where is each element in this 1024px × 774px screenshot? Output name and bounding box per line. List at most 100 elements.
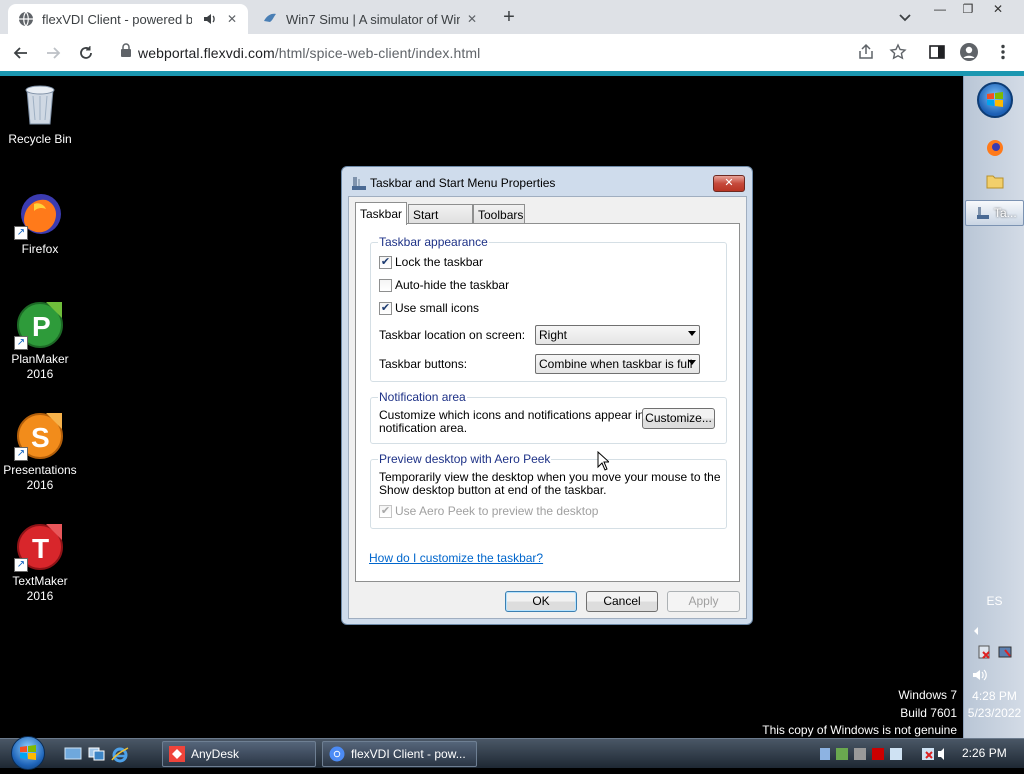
internet-explorer-icon[interactable] xyxy=(111,746,129,763)
group-label: Taskbar appearance xyxy=(378,235,489,249)
address-bar[interactable]: webportal.flexvdi.com/html/spice-web-cli… xyxy=(108,38,948,67)
shortcut-arrow-icon: ↗ xyxy=(14,336,28,350)
taskbar-task-properties[interactable]: Ta... xyxy=(965,200,1024,226)
show-desktop-icon[interactable] xyxy=(64,746,82,762)
bookmark-star-icon[interactable] xyxy=(888,42,908,62)
notification-area-group: Notification area Customize which icons … xyxy=(370,390,727,444)
dialog-body: Taskbar Start Menu Toolbars Taskbar appe… xyxy=(348,196,747,619)
mouse-cursor-icon xyxy=(597,450,611,471)
presentations-icon: S ↗ xyxy=(14,411,64,461)
apply-button[interactable]: Apply xyxy=(667,591,740,612)
location-label: Taskbar location on screen: xyxy=(379,328,526,342)
tab-flexvdi-client[interactable]: flexVDI Client - powered by ✕ xyxy=(8,4,248,34)
win7simu-favicon-icon xyxy=(262,11,278,27)
lock-taskbar-checkbox[interactable]: ✔ Lock the taskbar xyxy=(379,255,483,269)
shortcut-arrow-icon: ↗ xyxy=(14,226,28,240)
taskbar-properties-icon xyxy=(351,175,367,191)
reload-icon[interactable] xyxy=(75,42,97,64)
svg-text:T: T xyxy=(32,533,49,564)
tab-toolbars[interactable]: Toolbars xyxy=(473,204,525,224)
help-link[interactable]: How do I customize the taskbar? xyxy=(369,551,543,565)
autohide-taskbar-checkbox[interactable]: Auto-hide the taskbar xyxy=(379,278,509,292)
desktop-icon-firefox[interactable]: ↗ Firefox xyxy=(0,190,80,257)
location-select[interactable]: Right xyxy=(535,325,700,345)
close-tab-icon[interactable]: ✕ xyxy=(464,11,480,27)
close-tab-icon[interactable]: ✕ xyxy=(224,11,240,27)
textmaker-icon: T ↗ xyxy=(14,522,64,572)
task-label: Ta... xyxy=(994,206,1017,220)
start-button-orb-icon[interactable] xyxy=(977,82,1013,118)
dropdown-arrow-icon xyxy=(688,331,696,336)
url-host: webportal.flexvdi.com xyxy=(138,44,275,61)
shortcut-arrow-icon: ↗ xyxy=(14,558,28,572)
dropdown-arrow-icon xyxy=(688,360,696,365)
tab-win7-simu[interactable]: Win7 Simu | A simulator of Wind ✕ xyxy=(252,4,488,34)
lock-icon[interactable] xyxy=(120,43,132,62)
profile-avatar-icon[interactable] xyxy=(959,42,979,62)
tray-time[interactable]: 4:28 PM xyxy=(964,689,1024,703)
planmaker-icon: P ↗ xyxy=(14,300,64,350)
restore-button[interactable]: ❐ xyxy=(954,0,982,18)
share-icon[interactable] xyxy=(856,42,876,62)
taskbar-task-flexvdi[interactable]: flexVDI Client - pow... xyxy=(322,741,477,767)
checkbox-label: Auto-hide the taskbar xyxy=(395,278,510,292)
watermark-line-2: Build 7601 xyxy=(900,706,957,720)
folder-icon[interactable] xyxy=(964,168,1024,194)
task-label: AnyDesk xyxy=(191,747,240,761)
volume-icon[interactable] xyxy=(964,662,1024,688)
back-arrow-icon[interactable] xyxy=(10,42,32,64)
small-icons-checkbox[interactable]: ✔ Use small icons xyxy=(379,301,479,315)
desktop-icon-recycle-bin[interactable]: Recycle Bin xyxy=(0,80,80,147)
taskbar-buttons-select[interactable]: Combine when taskbar is full xyxy=(535,354,700,374)
close-window-button[interactable]: ✕ xyxy=(984,0,1012,18)
new-tab-button[interactable]: + xyxy=(498,6,520,28)
desktop-icon-presentations[interactable]: S ↗ Presentations 2016 xyxy=(0,411,80,493)
checkbox-empty-icon[interactable] xyxy=(379,278,392,292)
right-taskbar: Ta... ES 4:28 PM 5/23/2022 xyxy=(963,76,1024,738)
window-switcher-icon[interactable] xyxy=(88,746,106,762)
system-tray-icons[interactable] xyxy=(818,746,948,762)
aero-peek-text-line-2: Show desktop button at end of the taskba… xyxy=(379,483,607,497)
taskbar-properties-dialog: Taskbar and Start Menu Properties ✕ Task… xyxy=(341,166,753,625)
checkbox-label: Lock the taskbar xyxy=(395,255,484,269)
taskbar-task-anydesk[interactable]: AnyDesk xyxy=(162,741,316,767)
customize-button[interactable]: Customize... xyxy=(642,408,715,429)
checkmark-icon[interactable]: ✔ xyxy=(379,301,392,315)
location-value: Right xyxy=(539,328,568,342)
url-path: /html/spice-web-client/index.html xyxy=(274,44,481,61)
svg-text:S: S xyxy=(31,422,50,453)
language-indicator[interactable]: ES xyxy=(964,594,1024,608)
desktop-icon-textmaker[interactable]: T ↗ TextMaker 2016 xyxy=(0,522,80,604)
checkmark-icon[interactable]: ✔ xyxy=(379,255,392,269)
desktop-icon-label: TextMaker 2016 xyxy=(12,574,68,603)
aero-peek-checkbox[interactable]: ✔ Use Aero Peek to preview the desktop xyxy=(379,504,598,518)
kebab-menu-icon[interactable] xyxy=(993,42,1013,62)
taskbar-clock[interactable]: 2:26 PM xyxy=(962,746,1007,760)
forward-arrow-icon[interactable] xyxy=(42,42,64,64)
anydesk-icon xyxy=(169,746,185,762)
watermark-line-3: This copy of Windows is not genuine xyxy=(762,723,957,737)
cancel-button[interactable]: Cancel xyxy=(586,591,658,612)
ok-button[interactable]: OK xyxy=(505,591,577,612)
taskbar-appearance-group: Taskbar appearance ✔ Lock the taskbar Au… xyxy=(370,235,727,382)
minimize-button[interactable]: — xyxy=(926,0,954,18)
speaker-icon[interactable] xyxy=(202,11,218,27)
dialog-title: Taskbar and Start Menu Properties xyxy=(370,176,556,190)
checkmark-icon[interactable]: ✔ xyxy=(379,504,392,518)
tray-date[interactable]: 5/23/2022 xyxy=(964,706,1024,720)
dialog-close-button[interactable]: ✕ xyxy=(713,175,745,192)
desktop-icon-label: PlanMaker 2016 xyxy=(11,352,69,381)
tab-taskbar[interactable]: Taskbar xyxy=(355,202,407,225)
notification-text-line-2: notification area. xyxy=(379,421,468,435)
chrome-icon xyxy=(329,746,345,762)
firefox-icon: ↗ xyxy=(14,190,64,240)
desktop-icon-planmaker[interactable]: P ↗ PlanMaker 2016 xyxy=(0,300,80,382)
tab-title: flexVDI Client - powered by xyxy=(42,11,192,27)
watermark-line-1: Windows 7 xyxy=(898,688,957,702)
start-button-orb-icon[interactable] xyxy=(11,736,45,770)
firefox-icon[interactable] xyxy=(964,135,1024,161)
chevron-down-icon[interactable] xyxy=(896,8,914,26)
side-panel-icon[interactable] xyxy=(927,42,947,62)
bottom-taskbar: AnyDesk flexVDI Client - pow... 2:26 PM xyxy=(0,736,1024,770)
tab-start-menu[interactable]: Start Menu xyxy=(408,204,473,236)
